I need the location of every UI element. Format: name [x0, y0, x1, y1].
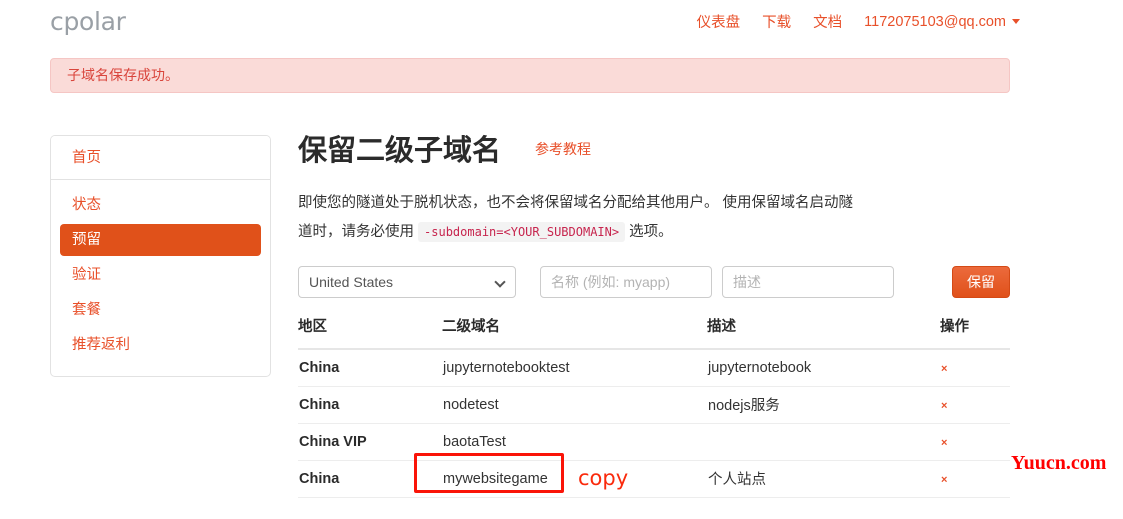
chevron-down-icon: [1012, 19, 1020, 25]
cell-subdomain: nodetest: [442, 386, 707, 424]
nav-download[interactable]: 下载: [762, 11, 791, 32]
sidebar-list: 状态 预留 验证 套餐 推荐返利: [51, 180, 270, 376]
cell-subdomain: jupyternotebooktest: [442, 349, 707, 387]
cell-description: nodejs服务: [707, 386, 940, 424]
cell-region: China: [298, 349, 442, 387]
sidebar-item-plans[interactable]: 套餐: [60, 294, 261, 326]
page-title: 保留二级子域名: [298, 135, 502, 167]
delete-icon[interactable]: ×: [941, 363, 947, 375]
watermark: Yuucn.com: [1011, 452, 1107, 474]
cell-description: 个人站点: [707, 460, 940, 498]
column-header-region: 地区: [298, 315, 442, 350]
column-header-action: 操作: [940, 315, 1010, 350]
page-description: 即使您的隧道处于脱机状态，也不会将保留域名分配给其他用户。 使用保留域名启动隧道…: [298, 189, 858, 247]
cell-region: China: [298, 386, 442, 424]
top-header: cpolar 仪表盘 下载 文档 1172075103@qq.com: [0, 0, 1123, 46]
description-text-2: 选项。: [629, 224, 673, 240]
table-row: China mywebsitegame 个人站点 ×: [298, 460, 1010, 498]
reserve-save-button[interactable]: 保留: [952, 266, 1010, 298]
region-select-wrapper: United States: [298, 266, 516, 298]
sidebar: 首页 状态 预留 验证 套餐 推荐返利: [50, 135, 271, 377]
delete-icon[interactable]: ×: [941, 437, 947, 449]
delete-icon[interactable]: ×: [941, 400, 947, 412]
tutorial-link[interactable]: 参考教程: [535, 139, 591, 159]
header-nav: 仪表盘 下载 文档 1172075103@qq.com: [697, 11, 1020, 32]
page-root: cpolar 仪表盘 下载 文档 1172075103@qq.com 子域名保存…: [0, 0, 1123, 519]
subdomain-desc-input[interactable]: [722, 266, 894, 298]
cell-subdomain: mywebsitegame: [442, 460, 707, 498]
sidebar-item-status[interactable]: 状态: [60, 189, 261, 221]
table-body: China jupyternotebooktest jupyternoteboo…: [298, 349, 1010, 498]
cell-action: ×: [940, 386, 1010, 424]
account-email: 1172075103@qq.com: [864, 13, 1006, 30]
main-content: 保留二级子域名 参考教程 即使您的隧道处于脱机状态，也不会将保留域名分配给其他用…: [298, 130, 1010, 247]
delete-icon[interactable]: ×: [941, 474, 947, 486]
cell-action: ×: [940, 460, 1010, 498]
table-row: China nodetest nodejs服务 ×: [298, 386, 1010, 424]
region-select[interactable]: United States: [298, 266, 516, 298]
nav-dashboard[interactable]: 仪表盘: [697, 11, 741, 32]
success-alert: 子域名保存成功。: [50, 58, 1010, 93]
copy-annotation: copy: [578, 466, 629, 490]
subdomain-name-input[interactable]: [540, 266, 712, 298]
cell-description: jupyternotebook: [707, 349, 940, 387]
cell-description: [707, 423, 940, 461]
sidebar-item-verify[interactable]: 验证: [60, 259, 261, 291]
sidebar-item-referral[interactable]: 推荐返利: [60, 329, 261, 361]
reserve-form: United States 保留: [298, 266, 1010, 300]
column-header-subdomain: 二级域名: [442, 315, 707, 350]
table-row: China jupyternotebooktest jupyternoteboo…: [298, 349, 1010, 387]
account-menu[interactable]: 1172075103@qq.com: [864, 14, 1020, 30]
subdomain-code-snippet: -subdomain=<YOUR_SUBDOMAIN>: [418, 222, 626, 242]
sidebar-item-home[interactable]: 首页: [51, 136, 270, 180]
sidebar-item-reserved[interactable]: 预留: [60, 224, 261, 256]
table-row: China VIP baotaTest ×: [298, 423, 1010, 461]
cell-region: China VIP: [298, 423, 442, 461]
column-header-description: 描述: [707, 315, 940, 350]
subdomains-table: 地区 二级域名 描述 操作 China jupyternotebooktest …: [298, 315, 1010, 498]
app-logo[interactable]: cpolar: [50, 7, 126, 36]
cell-action: ×: [940, 423, 1010, 461]
cell-region: China: [298, 460, 442, 498]
cell-action: ×: [940, 349, 1010, 387]
table-header-row: 地区 二级域名 描述 操作: [298, 315, 1010, 350]
cell-subdomain: baotaTest: [442, 423, 707, 461]
nav-docs[interactable]: 文档: [813, 11, 842, 32]
table-head: 地区 二级域名 描述 操作: [298, 315, 1010, 350]
